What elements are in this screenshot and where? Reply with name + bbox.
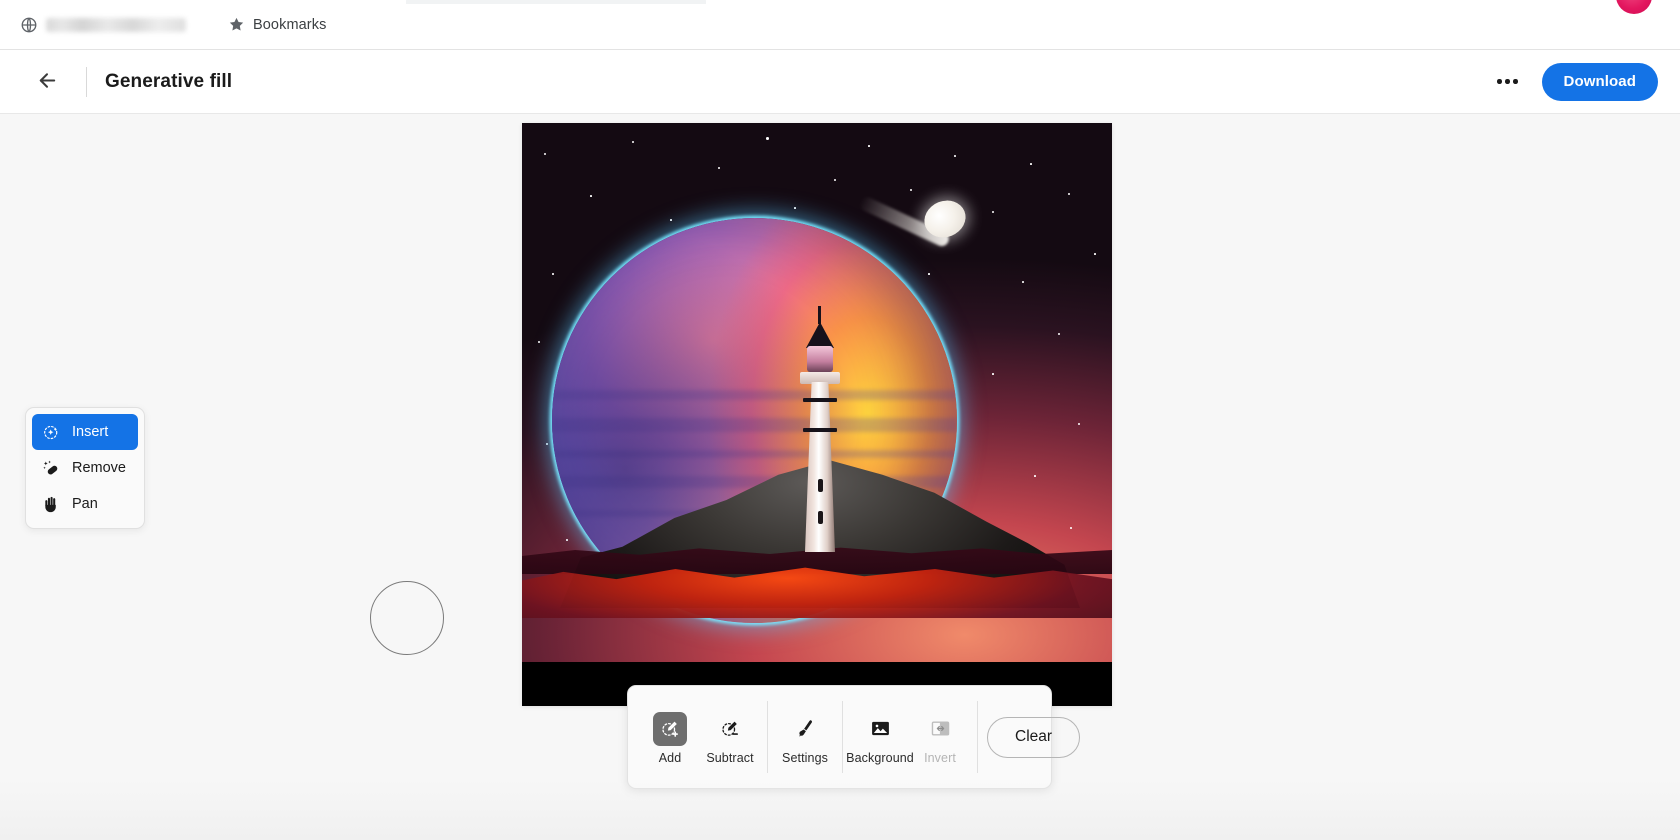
lighthouse-window — [818, 479, 823, 492]
healing-brush-icon — [41, 458, 61, 478]
star-icon — [228, 16, 245, 33]
toolbar-label: Background — [846, 750, 914, 765]
toolbar-divider — [977, 701, 978, 773]
more-horizontal-icon — [1497, 79, 1502, 84]
lighthouse-window — [818, 511, 823, 524]
application-window: Bookmarks Generative fill Download Inser… — [0, 0, 1680, 840]
magic-wand-select-icon — [41, 422, 61, 442]
toolbar-label: Add — [658, 750, 682, 765]
toolbar-button-add[interactable]: Add — [642, 710, 698, 765]
app-header: Generative fill Download — [0, 50, 1680, 114]
brush-cursor-circle — [370, 581, 444, 655]
tool-item-pan[interactable]: Pan — [32, 486, 138, 522]
lighthouse-roof — [806, 322, 834, 348]
lighthouse-tower — [805, 382, 835, 552]
more-options-button[interactable] — [1488, 62, 1528, 102]
toolbar-label: Settings — [782, 750, 828, 765]
header-divider — [86, 66, 87, 97]
browser-bookmarks-bar: Bookmarks — [0, 0, 1680, 50]
toolbar-button-subtract[interactable]: Subtract — [702, 710, 758, 765]
selection-tool-group: Add Subtract — [642, 710, 758, 765]
lighthouse — [792, 290, 848, 552]
tool-item-label: Pan — [72, 496, 98, 512]
selection-toolbar: Add Subtract Settings Background Invert … — [627, 685, 1081, 789]
tool-panel: Insert Remove Pan — [25, 407, 145, 529]
page-title: Generative fill — [105, 70, 233, 92]
lighthouse-band — [803, 398, 837, 402]
lighthouse-lantern — [807, 346, 833, 372]
browser-tab-stub[interactable] — [406, 0, 706, 4]
toolbar-button-invert: Invert — [912, 710, 968, 765]
toolbar-label: Subtract — [706, 750, 754, 765]
tool-item-remove[interactable]: Remove — [32, 450, 138, 486]
more-horizontal-icon — [1505, 79, 1510, 84]
clear-button[interactable]: Clear — [987, 716, 1081, 758]
toolbar-button-settings[interactable]: Settings — [777, 710, 833, 765]
back-button[interactable] — [28, 63, 66, 101]
editor-canvas[interactable]: Insert Remove Pan Add Subtract Settings … — [0, 114, 1680, 840]
lighthouse-band — [803, 428, 837, 432]
selection-add-icon — [653, 711, 687, 746]
tool-item-label: Insert — [72, 424, 109, 440]
more-horizontal-icon — [1513, 79, 1518, 84]
lighthouse-spire — [818, 306, 821, 324]
avatar[interactable] — [1616, 0, 1652, 14]
bookmarks-label: Bookmarks — [253, 16, 327, 33]
bookmarks-folder[interactable]: Bookmarks — [220, 12, 334, 37]
invert-icon — [923, 712, 957, 746]
toolbar-divider — [842, 701, 843, 773]
hand-icon — [41, 494, 61, 514]
toolbar-button-background[interactable]: Background — [846, 710, 914, 765]
selection-subtract-icon — [713, 712, 747, 746]
toolbar-divider — [767, 701, 768, 773]
download-button[interactable]: Download — [1541, 62, 1658, 101]
tool-item-insert[interactable]: Insert — [32, 414, 138, 450]
tool-item-label: Remove — [72, 460, 126, 476]
artwork-image[interactable] — [522, 123, 1112, 706]
arrow-left-icon — [36, 69, 59, 95]
globe-icon — [20, 16, 38, 34]
artwork-scene — [522, 123, 1112, 662]
bookmark-item-redacted[interactable] — [12, 12, 194, 38]
image-icon — [863, 712, 897, 746]
bookmark-title-redacted — [46, 17, 186, 32]
mask-tool-group: Background Invert — [846, 710, 968, 765]
toolbar-label: Invert — [924, 750, 956, 765]
brush-tool-group: Settings — [777, 710, 833, 765]
canvas-bottom-fade — [0, 780, 1680, 840]
brush-icon — [788, 712, 822, 746]
